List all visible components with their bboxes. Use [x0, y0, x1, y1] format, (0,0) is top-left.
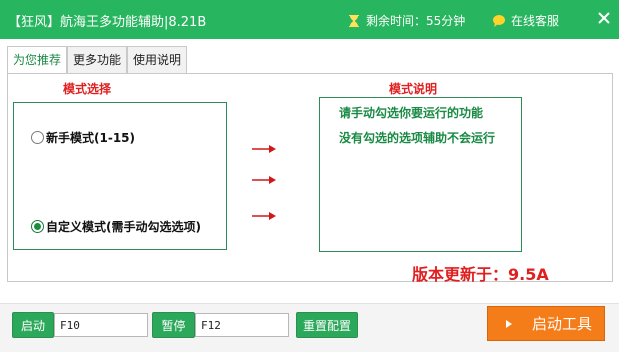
radio-beginner-label: 新手模式(1-15): [46, 131, 135, 145]
launch-tool-label: 启动工具: [532, 315, 593, 333]
online-support-label: 在线客服: [511, 14, 560, 28]
remaining-time: 剩余时间：55分钟: [347, 12, 465, 29]
description-line: 请手动勾选你要运行的功能: [339, 106, 484, 120]
radio-custom-label: 自定义模式(需手动勾选选项): [46, 220, 201, 234]
tab-recommended[interactable]: 为您推荐: [7, 46, 68, 74]
title-bar: 【狂风】航海王多功能辅助|8.21B 剩余时间：55分钟 在线客服: [0, 0, 619, 39]
tab-more-features[interactable]: 更多功能: [67, 46, 128, 73]
radio-custom-mode[interactable]: 自定义模式(需手动勾选选项): [31, 218, 201, 235]
mode-select-heading: 模式选择: [63, 82, 112, 96]
start-hotkey-button[interactable]: 启动: [12, 312, 54, 338]
mode-select-box: 新手模式(1-15) 自定义模式(需手动勾选选项): [13, 102, 227, 250]
description-line: 没有勾选的选项辅助不会运行: [339, 131, 496, 145]
launch-tool-button[interactable]: 启动工具: [487, 306, 605, 341]
play-icon: [506, 319, 512, 328]
online-support-link[interactable]: 在线客服: [492, 12, 559, 29]
radio-beginner-mode[interactable]: 新手模式(1-15): [31, 129, 135, 146]
pause-hotkey-button[interactable]: 暂停: [152, 312, 195, 338]
tab-bar: 为您推荐 更多功能 使用说明: [7, 46, 188, 74]
chat-bubble-icon: [493, 14, 505, 27]
hourglass-icon: [349, 14, 359, 27]
tab-instructions[interactable]: 使用说明: [127, 46, 188, 73]
radio-button[interactable]: [31, 131, 44, 144]
start-hotkey-field[interactable]: F10: [54, 313, 148, 337]
version-updated-text: 版本更新于：9.5A: [412, 265, 549, 284]
pause-hotkey-field[interactable]: F12: [195, 313, 289, 337]
radio-button-checked[interactable]: [31, 220, 44, 233]
mode-description-box: 请手动勾选你要运行的功能 没有勾选的选项辅助不会运行: [319, 97, 522, 252]
start-hotkey-value: F10: [60, 319, 80, 332]
right-arrow-icon: [252, 212, 276, 220]
remaining-time-label: 剩余时间：55分钟: [366, 14, 466, 28]
window-title: 【狂风】航海王多功能辅助|8.21B: [8, 15, 207, 30]
main-panel: 模式选择 新手模式(1-15) 自定义模式(需手动勾选选项) 模式说明 请手动勾…: [7, 73, 613, 284]
mode-description-heading: 模式说明: [389, 82, 438, 96]
right-arrow-icon: [252, 145, 276, 153]
pause-hotkey-value: F12: [201, 319, 221, 332]
close-icon[interactable]: [596, 10, 612, 26]
reset-config-button[interactable]: 重置配置: [296, 312, 358, 338]
right-arrow-icon: [252, 176, 276, 184]
